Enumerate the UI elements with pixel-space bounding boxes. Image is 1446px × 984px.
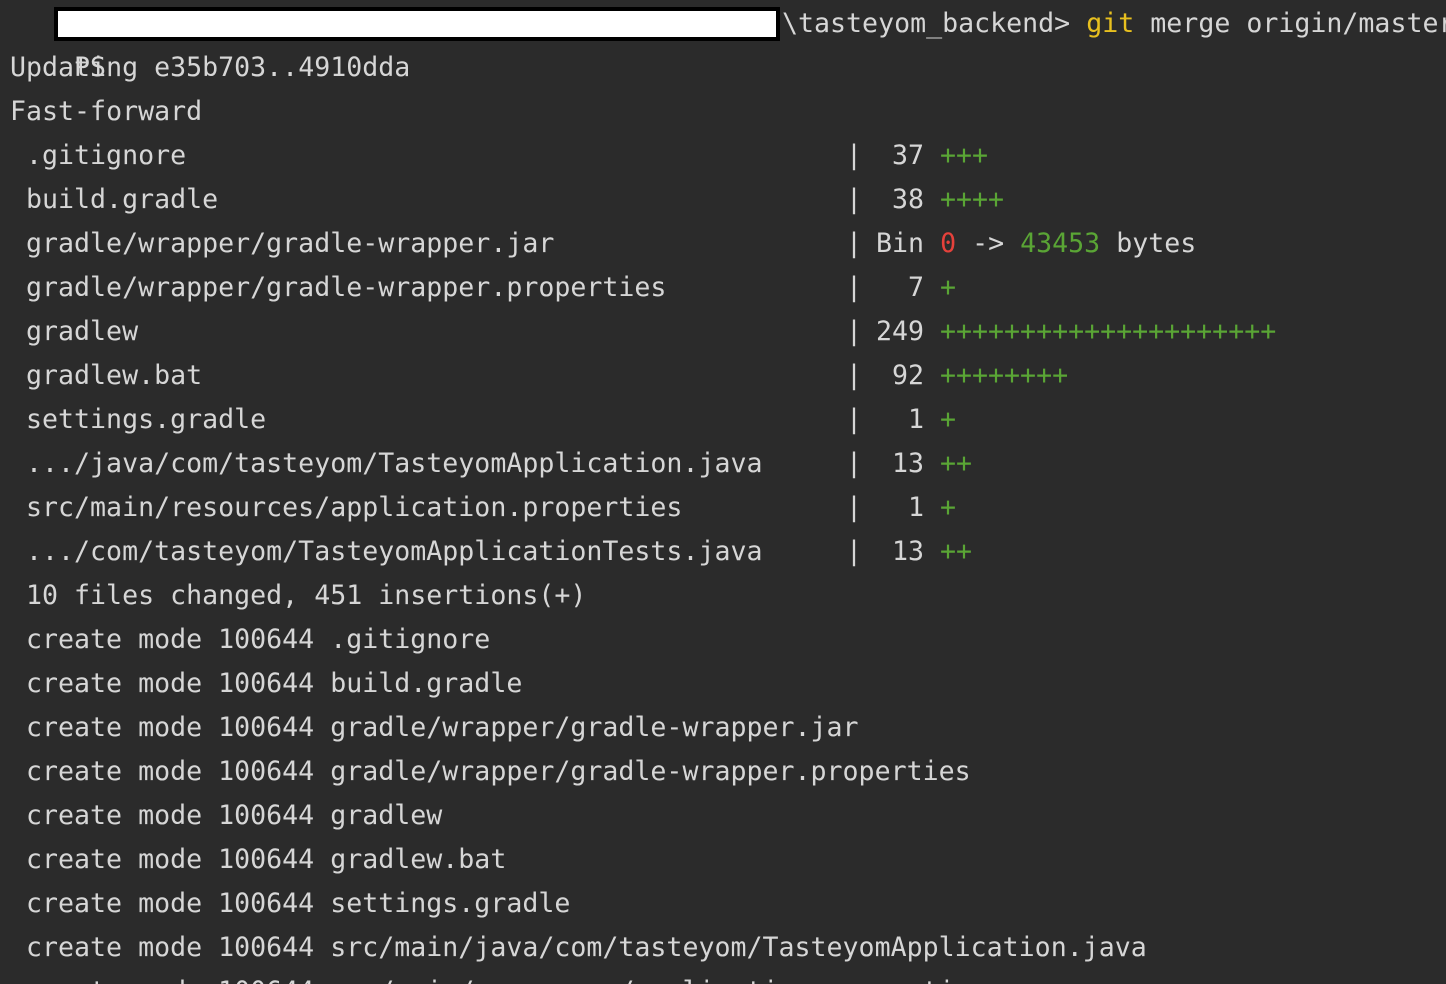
bin-from-size: 0: [940, 228, 957, 259]
diffstat-separator: |: [846, 492, 863, 523]
diffstat-insertion-bar: +++++++++++++++++++++: [940, 316, 1277, 347]
output-updating: Updating e35b703..4910dda: [10, 52, 411, 83]
redacted-path-box: [54, 7, 780, 41]
create-mode-line: create mode 100644 gradlew.bat: [26, 844, 507, 875]
create-mode-line: create mode 100644 gradle/wrapper/gradle…: [26, 712, 859, 743]
diffstat-insertion-bar: ++: [940, 536, 973, 567]
diffstat-separator: |: [846, 184, 863, 215]
diffstat-insertion-bar: +: [940, 272, 957, 303]
diffstat-file-name: gradle/wrapper/gradle-wrapper.properties: [26, 272, 667, 303]
diffstat-change-count: 249: [875, 316, 924, 347]
diffstat-file-name: gradle/wrapper/gradle-wrapper.jar: [26, 228, 555, 259]
prompt-path-suffix: \tasteyom_backend>: [782, 8, 1071, 39]
diffstat-file-name: settings.gradle: [26, 404, 267, 435]
diffstat-separator: |: [846, 360, 863, 391]
bin-arrow: ->: [972, 228, 1005, 259]
diffstat-insertion-bar: +++: [940, 140, 989, 171]
create-mode-line: create mode 100644 src/main/java/com/tas…: [26, 932, 1147, 963]
diffstat-insertion-bar: +: [940, 492, 957, 523]
diffstat-change-count: 37: [891, 140, 924, 171]
create-mode-line: create mode 100644 build.gradle: [26, 668, 523, 699]
diffstat-file-name: .gitignore: [26, 140, 187, 171]
diffstat-separator: |: [846, 272, 863, 303]
output-fast-forward: Fast-forward: [10, 96, 203, 127]
diffstat-separator: |: [846, 316, 863, 347]
diffstat-change-count: 92: [891, 360, 924, 391]
terminal-window[interactable]: PS \tasteyom_backend> git merge origin/m…: [0, 0, 1446, 984]
output-summary: 10 files changed, 451 insertions(+): [26, 580, 587, 611]
diffstat-insertion-bar: ++++++++: [940, 360, 1069, 391]
diffstat-binary-change: Bin 0 -> 43453 bytes: [876, 222, 1196, 266]
diffstat-separator: |: [846, 228, 863, 259]
create-mode-line: create mode 100644 .gitignore: [26, 624, 491, 655]
bin-unit: bytes: [1116, 228, 1197, 259]
diffstat-change-count: 7: [907, 272, 924, 303]
command-git: git: [1086, 8, 1135, 39]
diffstat-separator: |: [846, 536, 863, 567]
diffstat-separator: |: [846, 140, 863, 171]
diffstat-file-name: src/main/resources/application.propertie…: [26, 492, 683, 523]
diffstat-file-name: .../java/com/tasteyom/TasteyomApplicatio…: [26, 448, 763, 479]
diffstat-change-count: 1: [907, 404, 924, 435]
command-args: merge origin/master: [1150, 8, 1446, 39]
diffstat-file-name: build.gradle: [26, 184, 219, 215]
bin-to-size: 43453: [1020, 228, 1101, 259]
diffstat-change-count: 13: [891, 448, 924, 479]
diffstat-separator: |: [846, 404, 863, 435]
diffstat-file-name: gradlew: [26, 316, 139, 347]
prompt-command: \tasteyom_backend> git merge origin/mast…: [782, 2, 1446, 46]
diffstat-insertion-bar: ++++: [940, 184, 1005, 215]
diffstat-change-count: 1: [907, 492, 924, 523]
create-mode-line: create mode 100644 gradle/wrapper/gradle…: [26, 756, 971, 787]
create-mode-line: create mode 100644 settings.gradle: [26, 888, 571, 919]
diffstat-insertion-bar: ++: [940, 448, 973, 479]
diffstat-separator: |: [846, 448, 863, 479]
create-mode-line: create mode 100644 src/main/resources/ap…: [26, 970, 987, 984]
diffstat-change-count: 13: [891, 536, 924, 567]
diffstat-file-name: .../com/tasteyom/TasteyomApplicationTest…: [26, 536, 763, 567]
diffstat-insertion-bar: +: [940, 404, 957, 435]
bin-label: Bin: [876, 228, 925, 259]
diffstat-change-count: 38: [891, 184, 924, 215]
create-mode-line: create mode 100644 gradlew: [26, 800, 443, 831]
diffstat-file-name: gradlew.bat: [26, 360, 203, 391]
